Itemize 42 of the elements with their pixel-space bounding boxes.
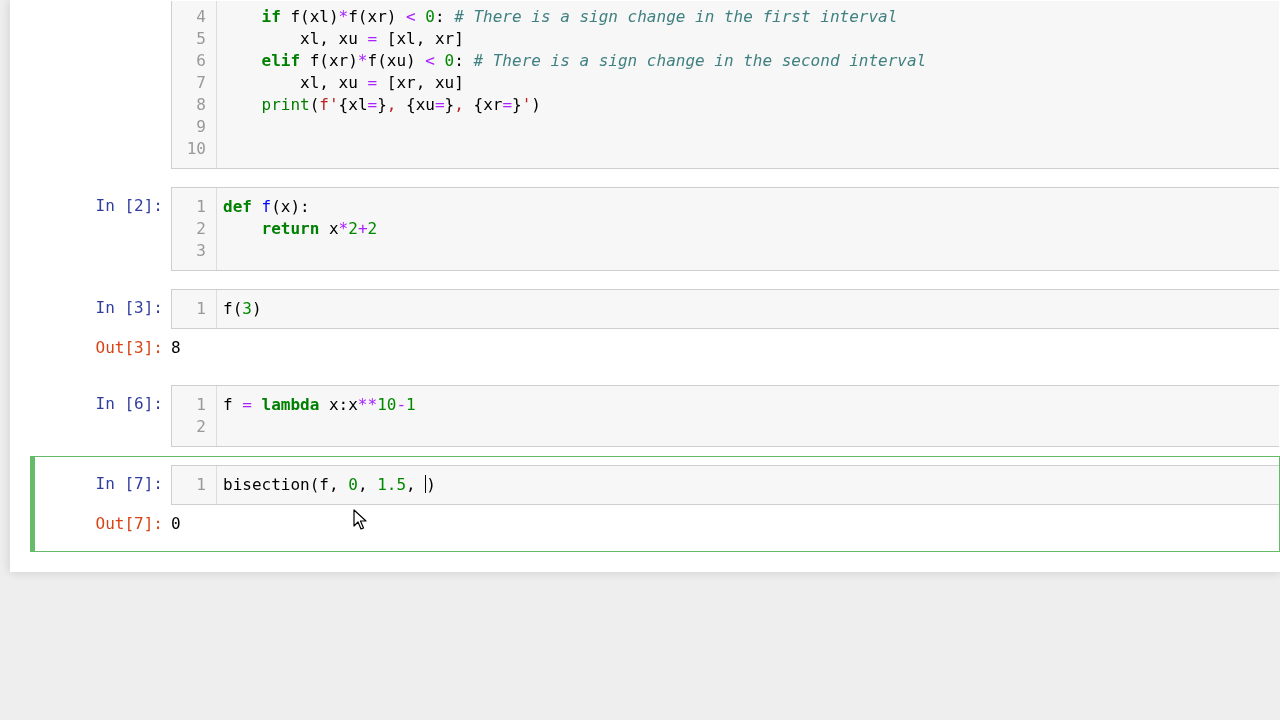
input-prompt: In [6]: <box>95 393 163 415</box>
line-number: 6 <box>196 50 207 72</box>
line-number: 7 <box>196 72 207 94</box>
notebook-cell[interactable]: In [3]: 1 f(3) Out[3]: 8 <box>30 280 1280 376</box>
line-number: 10 <box>186 138 207 160</box>
code-line: elif f(xr)*f(xu) < 0: # There is a sign change in the second interval <box>260 51 927 70</box>
notebook-cell[interactable]: In [2]: 1 2 3 def f(x): return x*2+2 <box>30 178 1280 280</box>
code-line: xl, xu = [xl, xr] <box>299 29 464 48</box>
code-editor[interactable]: 1 bisection(f, 0, 1.5, ) <box>171 465 1279 505</box>
line-number: 1 <box>196 474 207 496</box>
output-prompt: Out[3]: <box>95 338 163 357</box>
code-line: xl, xu = [xr, xu] <box>299 73 464 92</box>
code-line: print(f'{xl=}, {xu=}, {xr=}') <box>260 95 541 114</box>
mouse-pointer-icon <box>353 509 367 530</box>
line-number: 1 <box>196 196 207 218</box>
line-number: 2 <box>196 416 207 438</box>
code-line: def f(x): <box>223 197 310 216</box>
code-line: bisection(f, 0, 1.5, ) <box>223 475 436 494</box>
line-number: 9 <box>196 116 207 138</box>
code-line: return x*2+2 <box>260 219 378 238</box>
output-text: 8 <box>171 337 181 359</box>
input-prompt: In [7]: <box>95 473 163 495</box>
code-line: f = lambda x:x**10-1 <box>223 395 416 414</box>
line-number: 1 <box>196 394 207 416</box>
code-editor[interactable]: 1 2 3 def f(x): return x*2+2 <box>171 187 1279 271</box>
code-editor[interactable]: 1 2 f = lambda x:x**10-1 <box>171 385 1279 447</box>
output-text: 0 <box>171 513 181 535</box>
line-number: 2 <box>196 218 207 240</box>
code-line: if f(xl)*f(xr) < 0: # There is a sign change in the first interval <box>260 7 898 26</box>
input-prompt: In [2]: <box>95 195 163 217</box>
output-prompt: Out[7]: <box>95 514 163 533</box>
code-editor[interactable]: 1 f(3) <box>171 289 1279 329</box>
notebook-cell[interactable]: In [7]: 1 bisection(f, 0, 1.5, ) Out[7]: 0 <box>30 456 1280 552</box>
code-line: f(3) <box>223 299 262 318</box>
line-number: 5 <box>196 28 207 50</box>
line-number: 4 <box>196 6 207 28</box>
input-prompt: In [3]: <box>95 297 163 319</box>
line-number: 3 <box>196 240 207 262</box>
line-number: 1 <box>196 298 207 320</box>
notebook-cell[interactable]: In [6]: 1 2 f = lambda x:x**10-1 <box>30 376 1280 456</box>
line-number: 8 <box>196 94 207 116</box>
code-editor[interactable] <box>171 1 1279 169</box>
